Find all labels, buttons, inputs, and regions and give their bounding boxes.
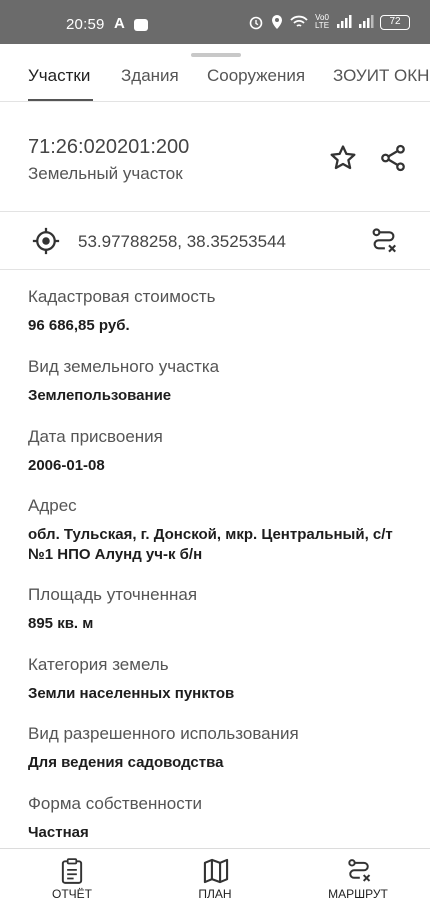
property-list: Кадастровая стоимость 96 686,85 руб. Вид… <box>0 270 430 848</box>
report-icon <box>61 858 83 884</box>
crosshair-icon <box>32 227 60 255</box>
tab-zouit-okn[interactable]: ЗОУИТ ОКН <box>333 66 429 86</box>
property-label: Адрес <box>28 496 77 515</box>
tab-bar: Участки Здания Сооружения ЗОУИТ ОКН <box>0 58 430 102</box>
property-address: Адрес обл. Тульская, г. Донской, мкр. Це… <box>28 495 420 565</box>
property-ownership: Форма собственности Частная <box>28 793 420 843</box>
status-bar: 20:59 A Vo0 LTE 72 <box>0 0 430 44</box>
property-permitted-use: Вид разрешенного использования Для веден… <box>28 723 420 773</box>
object-type: Земельный участок <box>28 164 183 183</box>
property-value: Земли населенных пунктов <box>28 685 235 702</box>
property-label: Кадастровая стоимость <box>28 287 216 306</box>
tab-buildings[interactable]: Здания <box>121 66 179 86</box>
share-icon <box>381 144 405 172</box>
wifi-icon <box>290 15 308 27</box>
property-label: Вид земельного участка <box>28 357 220 376</box>
nav-route[interactable]: МАРШРУТ <box>303 849 413 900</box>
cadastral-number: 71:26:020201:200 <box>28 136 190 158</box>
bottom-nav: ОТЧЁТ ПЛАН МАРШРУТ <box>0 848 430 900</box>
nav-label: ПЛАН <box>198 887 232 900</box>
property-value: 96 686,85 руб. <box>28 317 130 334</box>
property-label: Категория земель <box>28 655 169 674</box>
sheet-drag-handle[interactable] <box>191 53 241 57</box>
signal-icon <box>337 15 352 28</box>
tab-structures[interactable]: Сооружения <box>207 66 305 86</box>
nav-label: МАРШРУТ <box>328 887 388 900</box>
nav-label: ОТЧЁТ <box>51 887 92 900</box>
locate-button[interactable] <box>28 223 64 259</box>
property-value: Для ведения садоводства <box>28 754 224 771</box>
share-button[interactable] <box>375 140 411 176</box>
property-label: Вид разрешенного использования <box>28 724 299 743</box>
coordinates-row: 53.97788258, 38.35253544 <box>0 212 430 270</box>
property-label: Площадь уточненная <box>28 585 198 604</box>
property-plot-kind: Вид земельного участка Землепользование <box>28 356 420 406</box>
status-icons: Vo0 LTE 72 <box>248 14 410 30</box>
property-value: обл. Тульская, г. Донской, мкр. Централь… <box>28 526 393 563</box>
battery-icon: 72 <box>380 14 410 30</box>
notification-a-icon: A <box>114 15 125 32</box>
property-cadastral-value: Кадастровая стоимость 96 686,85 руб. <box>28 286 420 336</box>
property-value: Землепользование <box>28 387 172 404</box>
clear-route-button[interactable] <box>366 223 402 259</box>
property-value: 895 кв. м <box>28 615 94 632</box>
nav-plan[interactable]: ПЛАН <box>160 849 270 900</box>
tab-plots[interactable]: Участки <box>28 66 90 86</box>
object-header: 71:26:020201:200 Земельный участок <box>0 102 430 212</box>
property-area: Площадь уточненная 895 кв. м <box>28 584 420 634</box>
property-label: Дата присвоения <box>28 427 163 446</box>
alarm-icon <box>249 16 263 30</box>
property-value: Частная <box>28 824 89 841</box>
favorite-button[interactable] <box>325 140 361 176</box>
signal-2-icon <box>359 15 374 28</box>
property-value: 2006-01-08 <box>28 457 105 474</box>
property-land-category: Категория земель Земли населенных пункто… <box>28 654 420 704</box>
volte-icon: Vo0 LTE <box>314 13 330 30</box>
status-time: 20:59 <box>66 16 105 33</box>
route-clear-icon <box>372 228 397 253</box>
star-icon <box>330 145 356 170</box>
property-label: Форма собственности <box>28 794 202 813</box>
nav-report[interactable]: ОТЧЁТ <box>17 849 127 900</box>
route-icon <box>348 859 371 882</box>
message-icon <box>134 19 148 31</box>
coordinates-text[interactable]: 53.97788258, 38.35253544 <box>78 232 286 252</box>
location-icon <box>272 15 282 29</box>
property-assign-date: Дата присвоения 2006-01-08 <box>28 426 420 476</box>
map-icon <box>203 858 229 884</box>
